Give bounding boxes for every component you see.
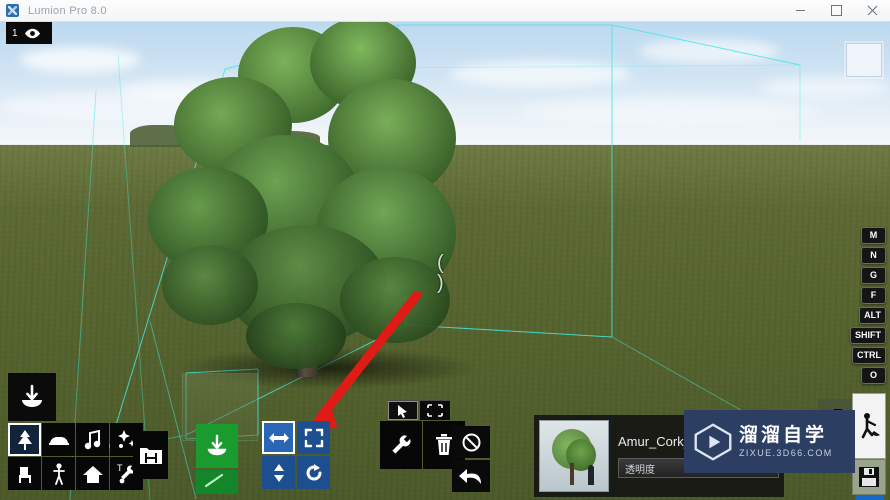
category-people[interactable] bbox=[42, 457, 75, 490]
layer-badge[interactable]: 1 bbox=[6, 22, 52, 44]
tab-pointer[interactable] bbox=[388, 400, 418, 420]
select-mode-tabs bbox=[388, 400, 450, 420]
category-nature[interactable] bbox=[8, 423, 41, 456]
viewport-frame-icon[interactable] bbox=[846, 43, 882, 77]
category-outdoor[interactable] bbox=[76, 457, 109, 490]
transform-tool-grid bbox=[262, 421, 330, 489]
library-save-icon[interactable] bbox=[133, 431, 168, 479]
layer-number: 1 bbox=[12, 27, 18, 39]
action-column bbox=[452, 426, 490, 492]
close-button[interactable] bbox=[854, 0, 890, 21]
key-ctrl[interactable]: CTRL bbox=[852, 347, 886, 364]
eye-icon[interactable] bbox=[24, 28, 41, 39]
key-o[interactable]: O bbox=[861, 367, 886, 384]
category-grid: T bbox=[8, 423, 143, 490]
worker-icon[interactable] bbox=[852, 393, 886, 459]
tree-canopy bbox=[246, 303, 346, 369]
category-transport[interactable] bbox=[42, 423, 75, 456]
help-icon[interactable]: ? bbox=[856, 495, 884, 500]
key-m[interactable]: M bbox=[861, 227, 886, 244]
place-object-button[interactable] bbox=[196, 424, 238, 468]
category-sound[interactable] bbox=[76, 423, 109, 456]
transform-size[interactable] bbox=[297, 421, 330, 454]
placement-cursor: ( ) bbox=[437, 252, 450, 294]
key-alt[interactable]: ALT bbox=[859, 307, 886, 324]
watermark-brand-en: ZIXUE.3D66.COM bbox=[739, 448, 833, 458]
play-triangle-icon bbox=[694, 423, 732, 460]
properties-wrench-icon[interactable] bbox=[380, 421, 422, 469]
tab-box-select[interactable] bbox=[420, 400, 450, 420]
transparency-label: 透明度 bbox=[625, 464, 655, 476]
place-object-icon[interactable] bbox=[8, 373, 56, 421]
category-indoor[interactable] bbox=[8, 457, 41, 490]
title-bar: Lumion Pro 8.0 bbox=[0, 0, 890, 22]
tree-thumbnail[interactable] bbox=[539, 420, 609, 492]
watermark: 溜溜自学 ZIXUE.3D66.COM bbox=[684, 410, 855, 473]
lumion-logo-icon bbox=[6, 4, 19, 17]
tree-object[interactable] bbox=[118, 21, 478, 417]
key-f[interactable]: F bbox=[861, 287, 886, 304]
tree-canopy bbox=[340, 257, 450, 343]
maximize-button[interactable] bbox=[818, 0, 854, 21]
tree-canopy bbox=[162, 245, 258, 325]
key-n[interactable]: N bbox=[861, 247, 886, 264]
cancel-no-entry-icon[interactable] bbox=[452, 426, 490, 458]
window-controls bbox=[782, 0, 890, 21]
svg-text:T: T bbox=[117, 463, 123, 473]
undo-arrow-icon[interactable] bbox=[452, 460, 490, 492]
transform-height[interactable] bbox=[262, 456, 295, 489]
minimize-button[interactable] bbox=[782, 0, 818, 21]
floppy-disk-icon[interactable] bbox=[852, 459, 886, 495]
key-shift[interactable]: SHIFT bbox=[850, 327, 886, 344]
place-object-secondary[interactable] bbox=[196, 470, 238, 494]
watermark-brand-cn: 溜溜自学 bbox=[739, 425, 828, 446]
lumion-window: Lumion Pro 8.0 () 1 M N G F ALT SHIFT C… bbox=[0, 0, 890, 500]
transform-rotate[interactable] bbox=[297, 456, 330, 489]
app-title: Lumion Pro 8.0 bbox=[28, 4, 107, 17]
shortcut-key-column: M N G F ALT SHIFT CTRL O bbox=[850, 227, 886, 384]
transform-move[interactable] bbox=[262, 421, 295, 454]
key-g[interactable]: G bbox=[861, 267, 886, 284]
